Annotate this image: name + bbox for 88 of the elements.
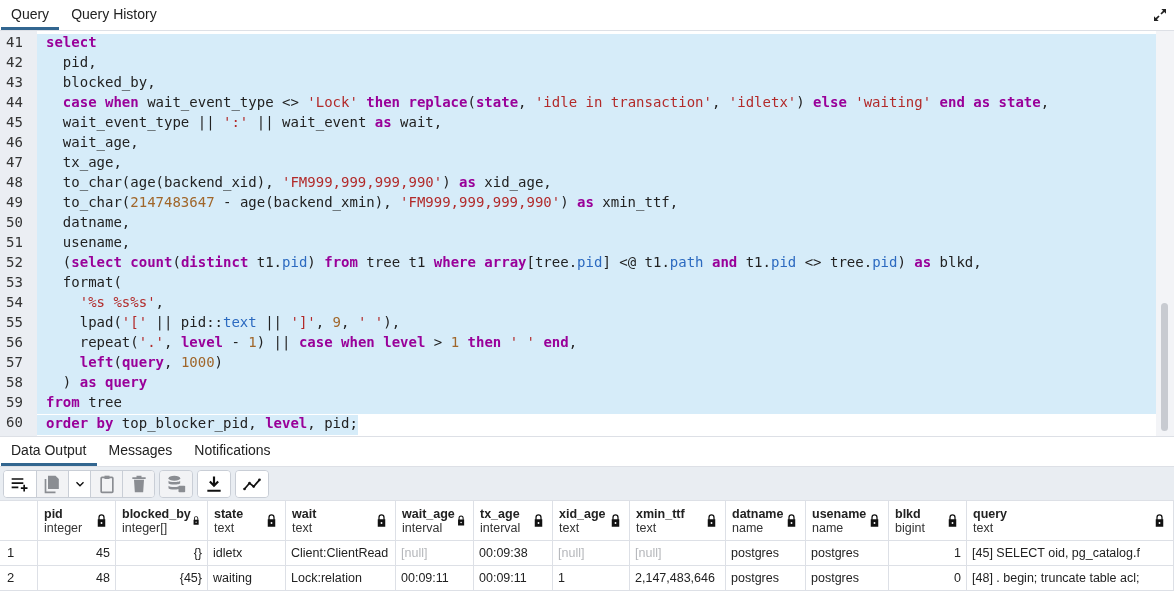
header-cell[interactable]: query text bbox=[967, 501, 1174, 541]
header-cell[interactable]: wait_age interval bbox=[396, 501, 474, 541]
column-type: text bbox=[292, 520, 314, 535]
line-number: 58 bbox=[5, 374, 24, 392]
column-name: pid bbox=[44, 506, 64, 521]
line-number: 48 bbox=[5, 174, 24, 192]
column-name: blocked_by bbox=[122, 506, 191, 521]
column-name: wait_age bbox=[402, 506, 455, 521]
column-name: xmin_ttf bbox=[636, 506, 685, 521]
line-number: 53 bbox=[5, 274, 24, 292]
line-number: 43 bbox=[5, 74, 24, 92]
table-cell[interactable]: postgres bbox=[806, 566, 889, 591]
column-name: wait bbox=[292, 506, 317, 521]
column-name: state bbox=[214, 506, 244, 521]
toolbar-button[interactable] bbox=[198, 470, 230, 497]
line-number: 57 bbox=[5, 354, 24, 372]
table-cell[interactable]: Lock:relation bbox=[286, 566, 396, 591]
toolbar-button[interactable] bbox=[236, 470, 268, 497]
column-type: text bbox=[636, 520, 658, 535]
table-cell[interactable]: 1 bbox=[889, 541, 967, 566]
row-number[interactable]: 2 bbox=[0, 566, 38, 591]
database-save-icon bbox=[166, 473, 186, 494]
header-cell[interactable]: tx_age interval bbox=[474, 501, 553, 541]
line-number: 54 bbox=[5, 294, 24, 312]
line-number: 55 bbox=[5, 314, 24, 332]
line-number: 51 bbox=[5, 234, 24, 252]
table-cell[interactable]: postgres bbox=[806, 541, 889, 566]
line-number: 42 bbox=[5, 54, 24, 72]
column-type: text bbox=[559, 520, 580, 535]
line-number: 56 bbox=[5, 334, 24, 352]
column-type: text bbox=[214, 520, 236, 535]
line-number: 41 bbox=[5, 34, 24, 52]
column-type: text bbox=[973, 520, 994, 535]
header-cell[interactable]: blocked_by integer[] bbox=[116, 501, 208, 541]
line-number: 52 bbox=[5, 254, 24, 272]
column-name: query bbox=[973, 506, 1008, 521]
column-type: integer[] bbox=[122, 520, 168, 535]
tab[interactable]: Messages bbox=[98, 437, 183, 466]
line-number: 49 bbox=[5, 194, 24, 212]
table-cell[interactable]: 00:09:11 bbox=[396, 566, 474, 591]
table-cell[interactable]: postgres bbox=[726, 541, 806, 566]
line-number: 50 bbox=[5, 214, 24, 232]
column-name: xid_age bbox=[559, 506, 606, 521]
column-type: name bbox=[732, 520, 765, 535]
table-cell[interactable]: 0 bbox=[889, 566, 967, 591]
scrollbar-thumb[interactable] bbox=[1161, 303, 1168, 431]
line-number: 45 bbox=[5, 114, 24, 132]
column-name: datname bbox=[732, 506, 784, 521]
table-cell[interactable]: {} bbox=[116, 541, 208, 566]
table-cell[interactable]: 00:09:11 bbox=[474, 566, 553, 591]
line-number: 59 bbox=[5, 394, 24, 412]
expand-icon[interactable] bbox=[1152, 7, 1168, 23]
header-cell[interactable]: usename name bbox=[806, 501, 889, 541]
scrollbar[interactable] bbox=[1156, 31, 1174, 436]
header-cell[interactable]: xid_age text bbox=[553, 501, 630, 541]
line-number: 47 bbox=[5, 154, 24, 172]
header-cell[interactable]: datname name bbox=[726, 501, 806, 541]
row-number[interactable]: 1 bbox=[0, 541, 38, 566]
column-name: tx_age bbox=[480, 506, 521, 521]
table-cell[interactable]: 2,147,483,646 bbox=[630, 566, 726, 591]
table-cell[interactable]: 48 bbox=[38, 566, 116, 591]
table-cell[interactable]: idletx bbox=[208, 541, 286, 566]
header-cell[interactable]: pid integer bbox=[38, 501, 116, 541]
line-number: 46 bbox=[5, 134, 24, 152]
table-cell[interactable]: [48] . begin; truncate table acl; bbox=[967, 566, 1174, 591]
tab[interactable]: Query History bbox=[61, 0, 167, 30]
column-type: bigint bbox=[895, 520, 925, 535]
column-type: name bbox=[812, 520, 845, 535]
tab[interactable]: Notifications bbox=[184, 437, 281, 466]
line-number: 44 bbox=[5, 94, 24, 112]
column-name: usename bbox=[812, 506, 867, 521]
table-cell[interactable]: Client:ClientRead bbox=[286, 541, 396, 566]
table-cell[interactable]: 00:09:38 bbox=[474, 541, 553, 566]
column-type: interval bbox=[402, 520, 443, 535]
header-cell[interactable]: xmin_ttf text bbox=[630, 501, 726, 541]
column-type: integer bbox=[44, 520, 83, 535]
line-number: 60 bbox=[5, 414, 24, 432]
header-cell[interactable]: blkd bigint bbox=[889, 501, 967, 541]
header-cell[interactable]: state text bbox=[208, 501, 286, 541]
table-cell[interactable]: {45} bbox=[116, 566, 208, 591]
header-cell[interactable]: wait text bbox=[286, 501, 396, 541]
table-cell[interactable]: 1 bbox=[553, 566, 630, 591]
column-type: interval bbox=[480, 520, 521, 535]
table-cell[interactable]: [45] SELECT oid, pg_catalog.f bbox=[967, 541, 1174, 566]
table-cell[interactable]: 45 bbox=[38, 541, 116, 566]
table-cell[interactable]: postgres bbox=[726, 566, 806, 591]
column-name: blkd bbox=[895, 506, 922, 521]
table-cell[interactable]: waiting bbox=[208, 566, 286, 591]
